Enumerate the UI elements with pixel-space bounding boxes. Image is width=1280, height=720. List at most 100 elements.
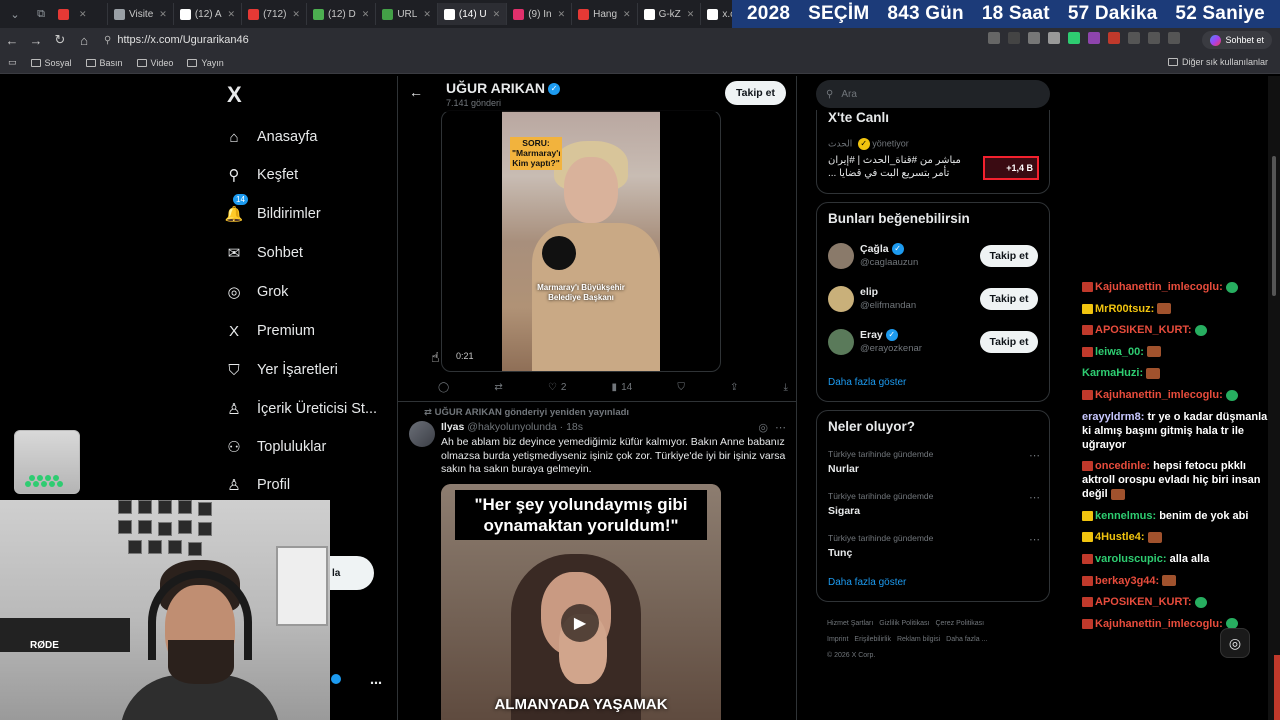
account-more-icon[interactable]: ⋯ bbox=[370, 676, 382, 690]
video-player[interactable]: SORU: "Marmaray'ı Kim yaptı?" Marmaray'ı… bbox=[441, 110, 721, 372]
suggestion-item[interactable]: Eray ✓ @erayozkenar Takip et bbox=[828, 329, 1040, 359]
author-name[interactable]: Ilyas bbox=[441, 421, 464, 433]
more-icon[interactable]: ⋯ bbox=[775, 421, 786, 434]
sidebar-item[interactable]: X Premium bbox=[225, 316, 315, 346]
trend-item[interactable]: Türkiye tarihinde gündemde Nurlar ⋯ bbox=[828, 449, 1040, 475]
sidebar-item[interactable]: ✉ Sohbet bbox=[225, 238, 303, 268]
bookmark-folder-yayin[interactable]: Yayın bbox=[187, 58, 224, 68]
footer-link[interactable]: Daha fazla ... bbox=[946, 636, 987, 643]
bookmark-button[interactable]: ⛉ bbox=[677, 382, 685, 393]
follow-button[interactable]: Takip et bbox=[980, 245, 1038, 267]
footer-link[interactable]: Imprint bbox=[827, 636, 848, 643]
video-player[interactable]: "Her şey yolundaymış gibi oynamaktan yor… bbox=[441, 484, 721, 720]
trend-item[interactable]: Türkiye tarihinde gündemde Sigara ⋯ bbox=[828, 491, 1040, 517]
back-arrow-icon[interactable]: ← bbox=[409, 84, 423, 100]
sidebar-item[interactable]: ♙ Profil bbox=[225, 470, 290, 500]
browser-tab[interactable]: (12) D ✕ bbox=[307, 3, 377, 25]
follow-button[interactable]: Takip et bbox=[980, 331, 1038, 353]
extension-icon[interactable] bbox=[1088, 32, 1100, 44]
bookmark-reading-icon[interactable]: ▭ bbox=[8, 57, 17, 68]
url-field[interactable]: ⚲ https://x.com/Ugurarikan46 bbox=[104, 30, 804, 50]
x-logo-icon[interactable]: X bbox=[227, 82, 242, 108]
more-icon[interactable]: ⋯ bbox=[1029, 449, 1040, 462]
browser-tab[interactable]: Hang ✕ bbox=[572, 3, 638, 25]
workspaces-icon[interactable]: ⧉ bbox=[30, 3, 52, 25]
extension-icon[interactable] bbox=[1168, 32, 1180, 44]
footer-link[interactable]: © 2026 X Corp. bbox=[827, 652, 875, 659]
footer-link[interactable]: Erişilebilirlik bbox=[854, 636, 891, 643]
close-tab-icon[interactable]: ✕ bbox=[558, 9, 566, 20]
extension-icon[interactable] bbox=[1148, 32, 1160, 44]
extension-icon[interactable] bbox=[1108, 32, 1120, 44]
other-favorites[interactable]: Diğer sık kullanılanlar bbox=[1167, 57, 1268, 67]
browser-tab[interactable]: G-kZ ✕ bbox=[638, 3, 702, 25]
show-more-link[interactable]: Daha fazla göster bbox=[828, 377, 906, 388]
follow-button[interactable]: Takip et bbox=[980, 288, 1038, 310]
close-tab-icon[interactable]: ✕ bbox=[292, 9, 300, 20]
close-tab-icon[interactable]: ✕ bbox=[79, 9, 87, 20]
extension-icon[interactable] bbox=[1068, 32, 1080, 44]
footer-link[interactable]: Gizlilik Politikası bbox=[879, 620, 929, 627]
bookmark-folder-video[interactable]: Video bbox=[136, 58, 173, 68]
extension-icon[interactable] bbox=[1048, 32, 1060, 44]
browser-tab[interactable]: (14) U ✕ bbox=[437, 3, 508, 25]
browser-tab[interactable]: URL ✕ bbox=[376, 3, 438, 25]
like-button[interactable]: ♡ 2 bbox=[548, 382, 567, 393]
sidebar-item[interactable]: ♙ İçerik Üreticisi St... bbox=[225, 394, 377, 424]
live-description[interactable]: مباشر من #قناة_الحدث | #إيران تأمر بتسري… bbox=[828, 154, 978, 180]
extension-icon[interactable] bbox=[1008, 32, 1020, 44]
footer-link[interactable]: Reklam bilgisi bbox=[897, 636, 940, 643]
suggestion-item[interactable]: Çağla ✓ @caglaauzun Takip et bbox=[828, 243, 1040, 273]
repost-button[interactable]: ⇄ bbox=[494, 382, 502, 393]
browser-tab[interactable]: ✕ bbox=[52, 3, 108, 25]
close-tab-icon[interactable]: ✕ bbox=[423, 9, 431, 20]
extension-icon[interactable] bbox=[988, 32, 1000, 44]
site-info-icon[interactable]: ⚲ bbox=[104, 35, 111, 46]
more-icon[interactable]: ⋯ bbox=[1029, 533, 1040, 546]
sidebar-item[interactable]: ⌂ Anasayfa bbox=[225, 122, 317, 152]
home-browser-icon[interactable]: ⌂ bbox=[72, 33, 96, 48]
tab-menu-icon[interactable]: ⌄ bbox=[4, 3, 26, 25]
close-tab-icon[interactable]: ✕ bbox=[228, 9, 236, 20]
show-more-link[interactable]: Daha fazla göster bbox=[828, 577, 906, 588]
footer-link[interactable]: Hizmet Şartları bbox=[827, 620, 873, 627]
live-listener-count[interactable]: +1,4 B bbox=[983, 156, 1039, 180]
play-icon[interactable]: ▶ bbox=[561, 604, 599, 642]
browser-tab[interactable]: (712) ✕ bbox=[242, 3, 307, 25]
footer-link[interactable]: Çerez Politikası bbox=[935, 620, 984, 627]
grok-floating-icon[interactable]: ◎ bbox=[1220, 628, 1250, 658]
bookmark-folder-sosyal[interactable]: Sosyal bbox=[30, 58, 72, 68]
sidebar-item[interactable]: 🔔 Bildirimler 14 bbox=[225, 194, 321, 229]
search-input[interactable]: ⚲ Ara bbox=[816, 80, 1050, 108]
reply-button[interactable]: ◯ bbox=[438, 382, 449, 393]
avatar[interactable] bbox=[828, 286, 854, 312]
forward-icon[interactable]: → bbox=[24, 33, 48, 48]
suggestion-item[interactable]: elip @elifmandan Takip et bbox=[828, 286, 1040, 316]
sidebar-item[interactable]: ⚇ Topluluklar bbox=[225, 432, 326, 462]
live-host[interactable]: الحدث ✓ yönetiyor bbox=[828, 138, 909, 150]
close-tab-icon[interactable]: ✕ bbox=[159, 9, 167, 20]
copilot-chat-button[interactable]: Sohbet et bbox=[1202, 31, 1272, 49]
sidebar-item[interactable]: ⚲ Keşfet bbox=[225, 160, 299, 190]
back-icon[interactable]: ← bbox=[0, 33, 24, 48]
close-tab-icon[interactable]: ✕ bbox=[493, 9, 501, 20]
grok-icon[interactable]: ◎ bbox=[758, 421, 768, 434]
avatar[interactable] bbox=[828, 329, 854, 355]
avatar[interactable] bbox=[409, 421, 435, 447]
browser-tab[interactable]: Visite ✕ bbox=[108, 3, 174, 25]
reload-icon[interactable]: ↻ bbox=[48, 32, 72, 48]
views-button[interactable]: ▮ 14 bbox=[612, 382, 633, 393]
sidebar-item[interactable]: ◎ Grok bbox=[225, 277, 288, 307]
avatar[interactable] bbox=[828, 243, 854, 269]
bookmark-folder-basin[interactable]: Basın bbox=[85, 58, 123, 68]
share-button[interactable]: ⇪ bbox=[730, 382, 738, 393]
post-button[interactable]: la bbox=[330, 556, 374, 590]
browser-tab[interactable]: (12) A ✕ bbox=[174, 3, 243, 25]
download-button[interactable]: ⤓ bbox=[784, 382, 788, 393]
extension-icon[interactable] bbox=[1128, 32, 1140, 44]
close-tab-icon[interactable]: ✕ bbox=[623, 9, 631, 20]
follow-button[interactable]: Takip et bbox=[725, 81, 786, 105]
close-tab-icon[interactable]: ✕ bbox=[362, 9, 370, 20]
more-icon[interactable]: ⋯ bbox=[1029, 491, 1040, 504]
page-scrollbar[interactable] bbox=[1268, 76, 1280, 720]
